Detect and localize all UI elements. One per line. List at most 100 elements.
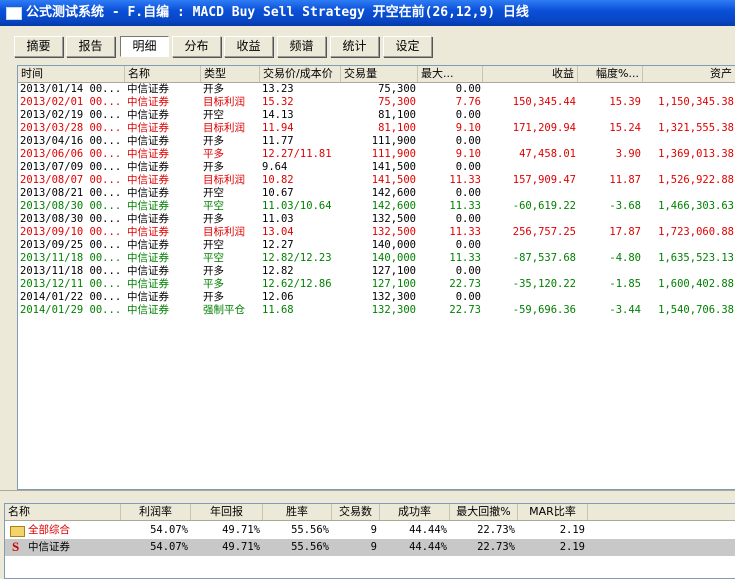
- cell-type: 目标利润: [203, 226, 245, 238]
- summary-header-max-drawdown[interactable]: 最大回撤%: [450, 504, 518, 520]
- cell-type: 开多: [203, 83, 224, 95]
- table-row[interactable]: 2014/01/22 00... 中信证券 开多 12.06 132,300 0.00: [18, 291, 735, 304]
- table-row[interactable]: 2013/08/30 00... 中信证券 平空 11.03/10.64 142,600…: [18, 200, 735, 213]
- cell-type: 开多: [203, 135, 224, 147]
- summary-cell-max-drawdown: 22.73%: [477, 524, 515, 536]
- cell-profit: [483, 109, 578, 122]
- cell-type: 强制平仓: [203, 304, 245, 316]
- table-row[interactable]: 2013/06/06 00... 中信证券 平多 12.27/11.81 111,900…: [18, 148, 735, 161]
- cell-max: 0.00: [455, 109, 481, 121]
- table-row[interactable]: 2013/04/16 00... 中信证券 开多 11.77 111,900 0.00: [18, 135, 735, 148]
- cell-volume: 132,300: [371, 291, 416, 303]
- summary-header-profit-rate[interactable]: 利润率: [121, 504, 191, 520]
- summary-cell-success-rate: 44.44%: [409, 524, 447, 536]
- cell-price: 11.03: [262, 213, 294, 225]
- cell-volume: 142,600: [371, 200, 416, 212]
- cell-name: 中信证券: [127, 213, 169, 225]
- summary-row[interactable]: 全部综合 54.07% 49.71% 55.56% 9 44.44% 22.73% 2.19: [5, 522, 735, 539]
- cell-assets: 1,321,555.38: [658, 122, 734, 134]
- cell-range: -1.85: [609, 278, 641, 290]
- cell-volume: 75,300: [378, 96, 416, 108]
- table-row[interactable]: 2014/01/29 00... 中信证券 强制平仓 11.68 132,300 22.7…: [18, 304, 735, 317]
- column-header-assets[interactable]: 资产: [643, 66, 735, 82]
- cell-max: 22.73: [449, 278, 481, 290]
- summary-cell-max-drawdown: 22.73%: [477, 541, 515, 553]
- cell-profit: 256,757.25: [512, 226, 576, 238]
- table-row[interactable]: 2013/01/14 00... 中信证券 开多 13.23 75,300 0.00: [18, 83, 735, 96]
- cell-range: -4.80: [609, 252, 641, 264]
- summary-row[interactable]: S 中信证券 54.07% 49.71% 55.56% 9 44.44% 22.73% 2.19: [5, 539, 735, 556]
- cell-volume: 132,500: [371, 213, 416, 225]
- column-header-profit[interactable]: 收益: [483, 66, 578, 82]
- table-row[interactable]: 2013/02/19 00... 中信证券 开空 14.13 81,100 0.00: [18, 109, 735, 122]
- tab-profit[interactable]: 收益: [224, 36, 273, 57]
- summary-header-win-rate[interactable]: 胜率: [263, 504, 332, 520]
- cell-price: 12.82/12.23: [262, 252, 332, 264]
- table-row[interactable]: 2013/03/28 00... 中信证券 目标利润 11.94 81,100 9.10 1…: [18, 122, 735, 135]
- summary-header-mar-ratio[interactable]: MAR比率: [518, 504, 588, 520]
- summary-cell-mar-ratio: 2.19: [559, 541, 585, 553]
- summary-header: 名称 利润率 年回报 胜率 交易数 成功率 最大回撤% MAR比率: [5, 504, 735, 521]
- summary-header-annual-return[interactable]: 年回报: [191, 504, 263, 520]
- tab-summary[interactable]: 摘要: [14, 36, 63, 57]
- cell-max: 0.00: [455, 265, 481, 277]
- table-row[interactable]: 2013/11/18 00... 中信证券 开多 12.82 127,100 0.00: [18, 265, 735, 278]
- tab-detail[interactable]: 明细: [120, 36, 169, 57]
- cell-volume: 127,100: [371, 278, 416, 290]
- title-bar: 公式测试系统 - F.自编 : MACD Buy Sell Strategy 开…: [0, 0, 735, 26]
- table-row[interactable]: 2013/08/21 00... 中信证券 开空 10.67 142,600 0.00: [18, 187, 735, 200]
- column-header-range[interactable]: 幅度%...: [578, 66, 643, 82]
- cell-max: 0.00: [455, 187, 481, 199]
- table-row[interactable]: 2013/09/10 00... 中信证券 目标利润 13.04 132,500 11.3…: [18, 226, 735, 239]
- cell-price: 11.68: [262, 304, 294, 316]
- column-header-name[interactable]: 名称: [125, 66, 201, 82]
- summary-header-success-rate[interactable]: 成功率: [380, 504, 450, 520]
- cell-type: 目标利润: [203, 122, 245, 134]
- cell-type: 开空: [203, 239, 224, 251]
- cell-max: 0.00: [455, 135, 481, 147]
- tab-spectrum[interactable]: 频谱: [277, 36, 326, 57]
- column-header-time[interactable]: 时间: [18, 66, 125, 82]
- summary-header-trade-count[interactable]: 交易数: [332, 504, 380, 520]
- tab-statistics[interactable]: 统计: [330, 36, 379, 57]
- table-row[interactable]: 2013/11/18 00... 中信证券 平空 12.82/12.23 140,000…: [18, 252, 735, 265]
- table-row[interactable]: 2013/02/01 00... 中信证券 目标利润 15.32 75,300 7.76 1…: [18, 96, 735, 109]
- column-header-max[interactable]: 最大...: [418, 66, 483, 82]
- table-row[interactable]: 2013/07/09 00... 中信证券 开多 9.64 141,500 0.00: [18, 161, 735, 174]
- cell-profit: [483, 161, 578, 174]
- cell-profit: [483, 187, 578, 200]
- cell-price: 12.62/12.86: [262, 278, 332, 290]
- table-row[interactable]: 2013/08/07 00... 中信证券 目标利润 10.82 141,500 11.3…: [18, 174, 735, 187]
- cell-range: 17.87: [609, 226, 641, 238]
- summary-cell-mar-ratio: 2.19: [559, 524, 585, 536]
- cell-max: 11.33: [449, 174, 481, 186]
- tab-report[interactable]: 报告: [66, 36, 115, 57]
- table-row[interactable]: 2013/08/30 00... 中信证券 开多 11.03 132,500 0.00: [18, 213, 735, 226]
- summary-header-name[interactable]: 名称: [5, 504, 121, 520]
- cell-price: 12.27/11.81: [262, 148, 332, 160]
- cell-type: 目标利润: [203, 174, 245, 186]
- cell-max: 0.00: [455, 83, 481, 95]
- cell-range: [578, 83, 643, 96]
- column-header-volume[interactable]: 交易量: [341, 66, 418, 82]
- summary-cell-profit-rate: 54.07%: [150, 541, 188, 553]
- cell-name: 中信证券: [127, 83, 169, 95]
- summary-cell-name: 中信证券: [28, 541, 70, 553]
- cell-volume: 142,600: [371, 187, 416, 199]
- cell-range: [578, 265, 643, 278]
- table-row[interactable]: 2013/12/11 00... 中信证券 平多 12.62/12.86 127,100…: [18, 278, 735, 291]
- tab-distribution[interactable]: 分布: [172, 36, 221, 57]
- cell-max: 22.73: [449, 304, 481, 316]
- cell-price: 10.82: [262, 174, 294, 186]
- column-header-type[interactable]: 类型: [201, 66, 260, 82]
- cell-assets: 1,600,402.88: [658, 278, 734, 290]
- cell-price: 11.94: [262, 122, 294, 134]
- summary-cell-trade-count: 9: [370, 524, 377, 536]
- column-header-price[interactable]: 交易价/成本价: [260, 66, 341, 82]
- table-row[interactable]: 2013/09/25 00... 中信证券 开空 12.27 140,000 0.00: [18, 239, 735, 252]
- cell-profit: -35,120.22: [512, 278, 576, 290]
- tab-settings[interactable]: 设定: [383, 36, 432, 57]
- cell-assets: [643, 135, 735, 148]
- splitter[interactable]: [0, 490, 735, 491]
- cell-time: 2013/08/07 00...: [20, 174, 122, 186]
